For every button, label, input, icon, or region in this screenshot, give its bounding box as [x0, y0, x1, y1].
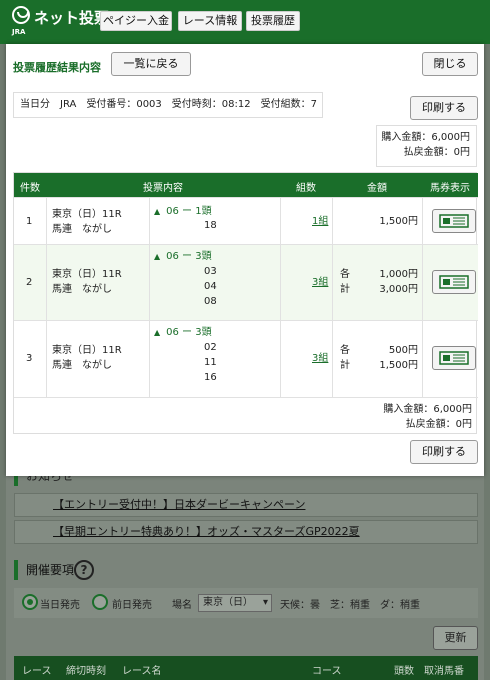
notice-link[interactable]: 【早期エントリー特典あり！】オッズ・マスターズGP2022夏	[14, 520, 478, 544]
triangle-icon: ▲	[154, 328, 161, 337]
table-row: 3 東京（日）11R 馬連 ながし ▲ 06 ー 3頭 02 11 16 3組 各…	[14, 320, 478, 397]
modal-title: 投票履歴結果内容	[13, 61, 101, 74]
amount: 1,000円	[379, 269, 418, 280]
history-result-modal: 投票履歴結果内容 一覧に戻る 閉じる 当日分 JRA 受付番号：0003 受付時…	[6, 44, 484, 476]
summary-box: 購入金額：6,000円 払戻金額：0円	[376, 125, 477, 167]
axis-text: 06 ー 1頭	[166, 206, 212, 217]
column-header: 頭数	[394, 666, 414, 677]
bet-type: 馬連 ながし	[52, 224, 112, 235]
print-button[interactable]: 印刷する	[410, 440, 478, 464]
purchase-total: 購入金額：6,000円	[381, 132, 470, 143]
horse-number: 18	[204, 220, 217, 231]
refund-total: 払戻金額：0円	[403, 147, 470, 158]
amount-total-label: 計	[340, 360, 350, 371]
column-header: レース名	[122, 666, 162, 677]
groups-link[interactable]: 3組	[312, 275, 328, 290]
tab-race-info[interactable]: レース情報	[178, 11, 242, 31]
ticket-icon	[439, 214, 469, 228]
horse-number: 03	[204, 266, 217, 277]
column-header: レース	[22, 666, 52, 677]
horse-number: 04	[204, 281, 217, 292]
bet-type: 馬連 ながし	[52, 360, 112, 371]
close-button[interactable]: 閉じる	[422, 52, 478, 76]
horse-number: 11	[204, 357, 217, 368]
ticket-icon	[439, 351, 469, 365]
radio-today[interactable]	[22, 594, 38, 610]
amount-total: 3,000円	[379, 284, 418, 295]
column-header: 締切時刻	[66, 666, 106, 677]
radio-today-label: 当日発売	[40, 600, 80, 611]
radio-previous-day[interactable]	[92, 594, 108, 610]
logo-text: ネット投票	[34, 9, 110, 27]
footer-refund-total: 払戻金額：0円	[405, 419, 472, 430]
bet-axis: ▲ 06 ー 1頭	[154, 204, 212, 219]
bet-axis: ▲ 06 ー 3頭	[154, 249, 212, 264]
notice-link[interactable]: 【エントリー受付中！】日本ダービーキャンペーン	[14, 493, 478, 517]
tab-vote-history[interactable]: 投票履歴	[246, 11, 300, 31]
bet-table: 件数 投票内容 組数 金額 馬券表示 1 東京（日）11R 馬連 ながし ▲ 06…	[13, 172, 478, 435]
ticket-view-button[interactable]	[432, 270, 476, 294]
help-icon[interactable]: ?	[74, 560, 94, 580]
race-name: 東京（日）11R	[52, 345, 122, 356]
amount: 500円	[388, 345, 418, 356]
table-row: 2 東京（日）11R 馬連 ながし ▲ 06 ー 3頭 03 04 08 3組 各…	[14, 244, 478, 320]
back-to-list-button[interactable]: 一覧に戻る	[111, 52, 191, 76]
triangle-icon: ▲	[154, 207, 161, 216]
radio-prev-label: 前日発売	[112, 600, 152, 611]
row-number: 1	[26, 216, 33, 227]
top-bar: ネット投票 JRA ペイジー入金 レース情報 投票履歴	[0, 0, 490, 44]
column-divider	[332, 197, 333, 397]
column-divider	[280, 197, 281, 397]
table-header: 件数 投票内容 組数 金額 馬券表示	[14, 173, 478, 197]
horse-number: 08	[204, 296, 217, 307]
ticket-icon	[439, 275, 469, 289]
amount-each-label: 各	[340, 345, 350, 356]
weather-info: 天候：曇 芝：稍重 ダ：稍重	[280, 600, 420, 611]
race-table-header: レース 締切時刻 レース名 コース 頭数 取消馬番	[14, 656, 478, 680]
column-header: 組数	[296, 183, 316, 194]
logo-sub: JRA	[12, 28, 26, 36]
row-number: 2	[26, 277, 33, 288]
race-name: 東京（日）11R	[52, 209, 122, 220]
race-name: 東京（日）11R	[52, 269, 122, 280]
groups-link[interactable]: 3組	[312, 351, 328, 366]
triangle-icon: ▲	[154, 252, 161, 261]
column-divider	[422, 197, 423, 397]
footer-purchase-total: 購入金額：6,000円	[383, 404, 472, 415]
ticket-view-button[interactable]	[432, 346, 476, 370]
column-header: 件数	[20, 183, 40, 194]
axis-text: 06 ー 3頭	[166, 327, 212, 338]
bet-axis: ▲ 06 ー 3頭	[154, 325, 212, 340]
row-number: 3	[26, 353, 33, 364]
update-button[interactable]: 更新	[433, 626, 478, 650]
column-header: 馬券表示	[430, 183, 470, 194]
table-footer: 購入金額：6,000円 払戻金額：0円	[14, 397, 478, 435]
print-button[interactable]: 印刷する	[410, 96, 478, 120]
tab-payeasy[interactable]: ペイジー入金	[100, 11, 172, 31]
bet-type: 馬連 ながし	[52, 284, 112, 295]
axis-text: 06 ー 3頭	[166, 251, 212, 262]
jra-mark-icon	[12, 6, 30, 24]
amount: 1,500円	[379, 216, 418, 227]
receipt-info: 当日分 JRA 受付番号：0003 受付時刻：08:12 受付組数：7	[13, 92, 323, 118]
horse-number: 16	[204, 372, 217, 383]
amount-each-label: 各	[340, 269, 350, 280]
column-divider	[149, 197, 150, 397]
venue-select[interactable]: 東京（日）	[198, 594, 272, 612]
table-row: 1 東京（日）11R 馬連 ながし ▲ 06 ー 1頭 18 1組 1,500円	[14, 197, 478, 244]
column-header: 取消馬番	[424, 666, 464, 677]
venue-label: 場名	[172, 600, 192, 611]
horse-number: 02	[204, 342, 217, 353]
amount-total: 1,500円	[379, 360, 418, 371]
amount-total-label: 計	[340, 284, 350, 295]
column-divider	[46, 197, 47, 397]
column-header: 投票内容	[143, 183, 183, 194]
section-title: 開催要項	[14, 560, 74, 580]
groups-link[interactable]: 1組	[312, 214, 328, 229]
column-header: 金額	[367, 183, 387, 194]
ticket-view-button[interactable]	[432, 209, 476, 233]
column-header: コース	[312, 666, 342, 677]
